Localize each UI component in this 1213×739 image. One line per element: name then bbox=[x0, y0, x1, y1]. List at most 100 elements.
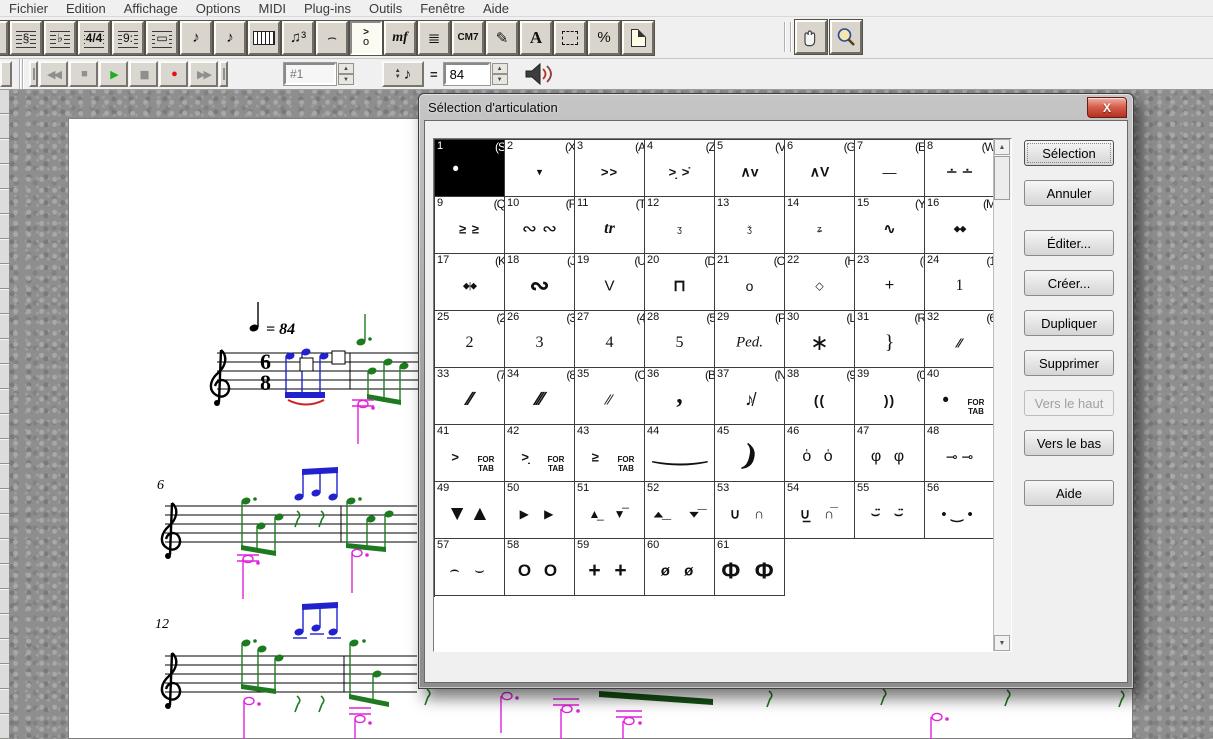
selection-tool[interactable] bbox=[554, 21, 586, 55]
zoom-tool[interactable] bbox=[830, 20, 862, 54]
scroll-up-icon[interactable]: ▲ bbox=[994, 139, 1010, 155]
articulation-pedal-down[interactable]: 29(P)Ped. bbox=[715, 311, 785, 368]
articulation-caesura[interactable]: 35(C)⁄⁄ bbox=[575, 368, 645, 425]
articulation-open-circles[interactable]: 58O O bbox=[505, 539, 575, 596]
articulation-slash-pair[interactable]: 32(6)∕∕ bbox=[925, 311, 995, 368]
help-button[interactable]: Aide bbox=[1024, 480, 1114, 506]
articulation-large-triangles[interactable]: 49▼▲ bbox=[435, 482, 505, 539]
duplicate-button[interactable]: Dupliquer bbox=[1024, 310, 1114, 336]
articulation-ornament-1[interactable]: 12ʒ bbox=[645, 197, 715, 254]
repeat-staff-tool[interactable]: ≣ bbox=[418, 21, 450, 55]
articulation-fingering-5[interactable]: 28(5)5 bbox=[645, 311, 715, 368]
resize-tool[interactable]: % bbox=[588, 21, 620, 55]
articulation-staccato-tab[interactable]: 40•FOR TAB bbox=[925, 368, 995, 425]
articulation-accent-staccato[interactable]: 4(Z)>̣ >̇ bbox=[645, 140, 715, 197]
articulation-bend-stems[interactable]: 46o̍ o̍ bbox=[785, 425, 855, 482]
articulation-fingering-3[interactable]: 26(3)3 bbox=[505, 311, 575, 368]
articulation-paren-left[interactable]: 38(9)(( bbox=[785, 368, 855, 425]
spinner-up-icon[interactable]: ▲ bbox=[492, 63, 508, 74]
forward-button[interactable]: ▶▶ bbox=[189, 61, 218, 87]
dialog-titlebar[interactable]: Sélection d'articulation X bbox=[424, 94, 1128, 120]
articulation-outline-curves[interactable]: 57⌢ ⌣ bbox=[435, 539, 505, 596]
articulation-wide-slur[interactable]: 44‿ bbox=[645, 425, 715, 482]
vertical-scrollbar[interactable]: ▲ ▼ bbox=[993, 139, 1011, 651]
articulation-marcato[interactable]: 5(V)∧v bbox=[715, 140, 785, 197]
menu-fenetre[interactable]: Fenêtre bbox=[411, 1, 474, 16]
text-tool[interactable]: A bbox=[520, 21, 552, 55]
articulation-circle-stems[interactable]: 61Φ Φ bbox=[715, 539, 785, 596]
menu-aide[interactable]: Aide bbox=[474, 1, 518, 16]
articulation-triangle-lines[interactable]: 51▲̲ ▼̅ bbox=[575, 482, 645, 539]
staff-setup-tool[interactable]: § bbox=[10, 21, 42, 55]
articulation-tremolo-3[interactable]: 34(8)∕∕∕ bbox=[505, 368, 575, 425]
simple-entry-tool[interactable]: ♪ bbox=[180, 21, 212, 55]
articulation-fingering-2[interactable]: 25(2)2 bbox=[435, 311, 505, 368]
articulation-mordent[interactable]: 15(Y)∿ bbox=[855, 197, 925, 254]
stop-button[interactable]: ■ bbox=[69, 61, 98, 87]
articulation-mordent-line[interactable]: 17(K)◆|◆ bbox=[435, 254, 505, 311]
play-button[interactable]: ▶ bbox=[99, 61, 128, 87]
menu-fichier[interactable]: Fichier bbox=[0, 1, 57, 16]
delete-button[interactable]: Supprimer bbox=[1024, 350, 1114, 376]
articulation-tenuto-staccato[interactable]: 8(W)∸ ∸ bbox=[925, 140, 995, 197]
page-layout-tool[interactable] bbox=[622, 21, 654, 55]
articulation-pedal-up[interactable]: 30(L)∗ bbox=[785, 311, 855, 368]
smartshape-tool[interactable]: ⌢ bbox=[316, 21, 348, 55]
tempo-value-field[interactable]: 84 bbox=[444, 63, 490, 85]
articulation-tenuto[interactable]: 7(E)— bbox=[855, 140, 925, 197]
articulation-staccatissimo[interactable]: 2(X)▾ bbox=[505, 140, 575, 197]
articulation-paren-right[interactable]: 39(0))) bbox=[855, 368, 925, 425]
articulation-tremolo-2[interactable]: 33(7)∕∕ bbox=[435, 368, 505, 425]
articulation-brace[interactable]: 31(R)} bbox=[855, 311, 925, 368]
menu-outils[interactable]: Outils bbox=[360, 1, 411, 16]
measure-counter-field[interactable]: #1 bbox=[284, 63, 336, 85]
special-tools-quill[interactable]: ✎ bbox=[486, 21, 518, 55]
articulation-right-triangles[interactable]: 50▶ ▶ bbox=[505, 482, 575, 539]
articulation-grace-note-slash[interactable]: 37(N)♪̸ bbox=[715, 368, 785, 425]
selection-button[interactable]: Sélection bbox=[1024, 140, 1114, 166]
rewind-button[interactable]: ◀◀ bbox=[39, 61, 68, 87]
tempo-note-button[interactable]: ▲ ▼ ♪ bbox=[382, 61, 424, 87]
articulation-turn[interactable]: 18(J)∾ bbox=[505, 254, 575, 311]
articulation-fingering-1[interactable]: 24(1)1 bbox=[925, 254, 995, 311]
articulation-down-bow[interactable]: 20(D)⊓ bbox=[645, 254, 715, 311]
articulation-circle-stems-thin[interactable]: 47φ φ bbox=[855, 425, 925, 482]
menu-midi[interactable]: MIDI bbox=[250, 1, 295, 16]
move-up-button[interactable]: Vers le haut bbox=[1024, 390, 1114, 416]
articulation-staccato[interactable]: 1(S)• bbox=[435, 140, 505, 197]
partial-button[interactable] bbox=[0, 61, 12, 87]
close-icon[interactable]: X bbox=[1087, 97, 1127, 118]
articulation-line-circles[interactable]: 48⊸ ⊸ bbox=[925, 425, 995, 482]
articulation-harmonic-open[interactable]: 21(O)o bbox=[715, 254, 785, 311]
articulation-breath-mark[interactable]: 36(B), bbox=[645, 368, 715, 425]
measure-tool[interactable]: ▭ bbox=[146, 21, 178, 55]
menu-plugins[interactable]: Plug-ins bbox=[295, 1, 360, 16]
tempo-spinner[interactable]: ▲ ▼ bbox=[492, 63, 508, 85]
articulation-double-mordent[interactable]: 16(M)◆◆ bbox=[925, 197, 995, 254]
expression-tool[interactable]: mf bbox=[384, 21, 416, 55]
articulation-ornament-3[interactable]: 14ʑ bbox=[785, 197, 855, 254]
articulation-trill[interactable]: 11(T)tr bbox=[575, 197, 645, 254]
pause-button[interactable]: ▮▮ bbox=[129, 61, 158, 87]
clef-tool[interactable]: 9: bbox=[112, 21, 144, 55]
articulation-accent-tenuto[interactable]: 9(Q)≥ ≥ bbox=[435, 197, 505, 254]
articulation-triangle-lines-flat[interactable]: 52▲̲ ▼̅ bbox=[645, 482, 715, 539]
scrollbar-thumb[interactable] bbox=[994, 156, 1010, 200]
articulation-accent[interactable]: 3(A)>> bbox=[575, 140, 645, 197]
articulation-harmonic-diamond[interactable]: 22(H)◇ bbox=[785, 254, 855, 311]
articulation-curve-dots[interactable]: 55⌣̈ ⌣̈ bbox=[855, 482, 925, 539]
start-marker[interactable] bbox=[29, 61, 38, 87]
measure-counter-spinner[interactable]: ▲ ▼ bbox=[338, 63, 354, 85]
edit-button[interactable]: Éditer... bbox=[1024, 230, 1114, 256]
articulation-tool[interactable]: >o bbox=[350, 21, 382, 55]
partial-tool[interactable] bbox=[0, 21, 8, 55]
articulation-accent-tab[interactable]: 41>FOR TAB bbox=[435, 425, 505, 482]
articulation-ornament-2[interactable]: 13ǯ bbox=[715, 197, 785, 254]
menu-affichage[interactable]: Affichage bbox=[115, 1, 187, 16]
hand-grabber-tool[interactable] bbox=[795, 20, 827, 54]
speedy-entry-tool[interactable]: ♪ bbox=[214, 21, 246, 55]
tuplet-tool[interactable]: ♫³ bbox=[282, 21, 314, 55]
spinner-up-icon[interactable]: ▲ bbox=[338, 63, 354, 74]
articulation-marcato-staccato[interactable]: 6(G)∧V bbox=[785, 140, 855, 197]
spinner-down-icon[interactable]: ▼ bbox=[492, 74, 508, 85]
